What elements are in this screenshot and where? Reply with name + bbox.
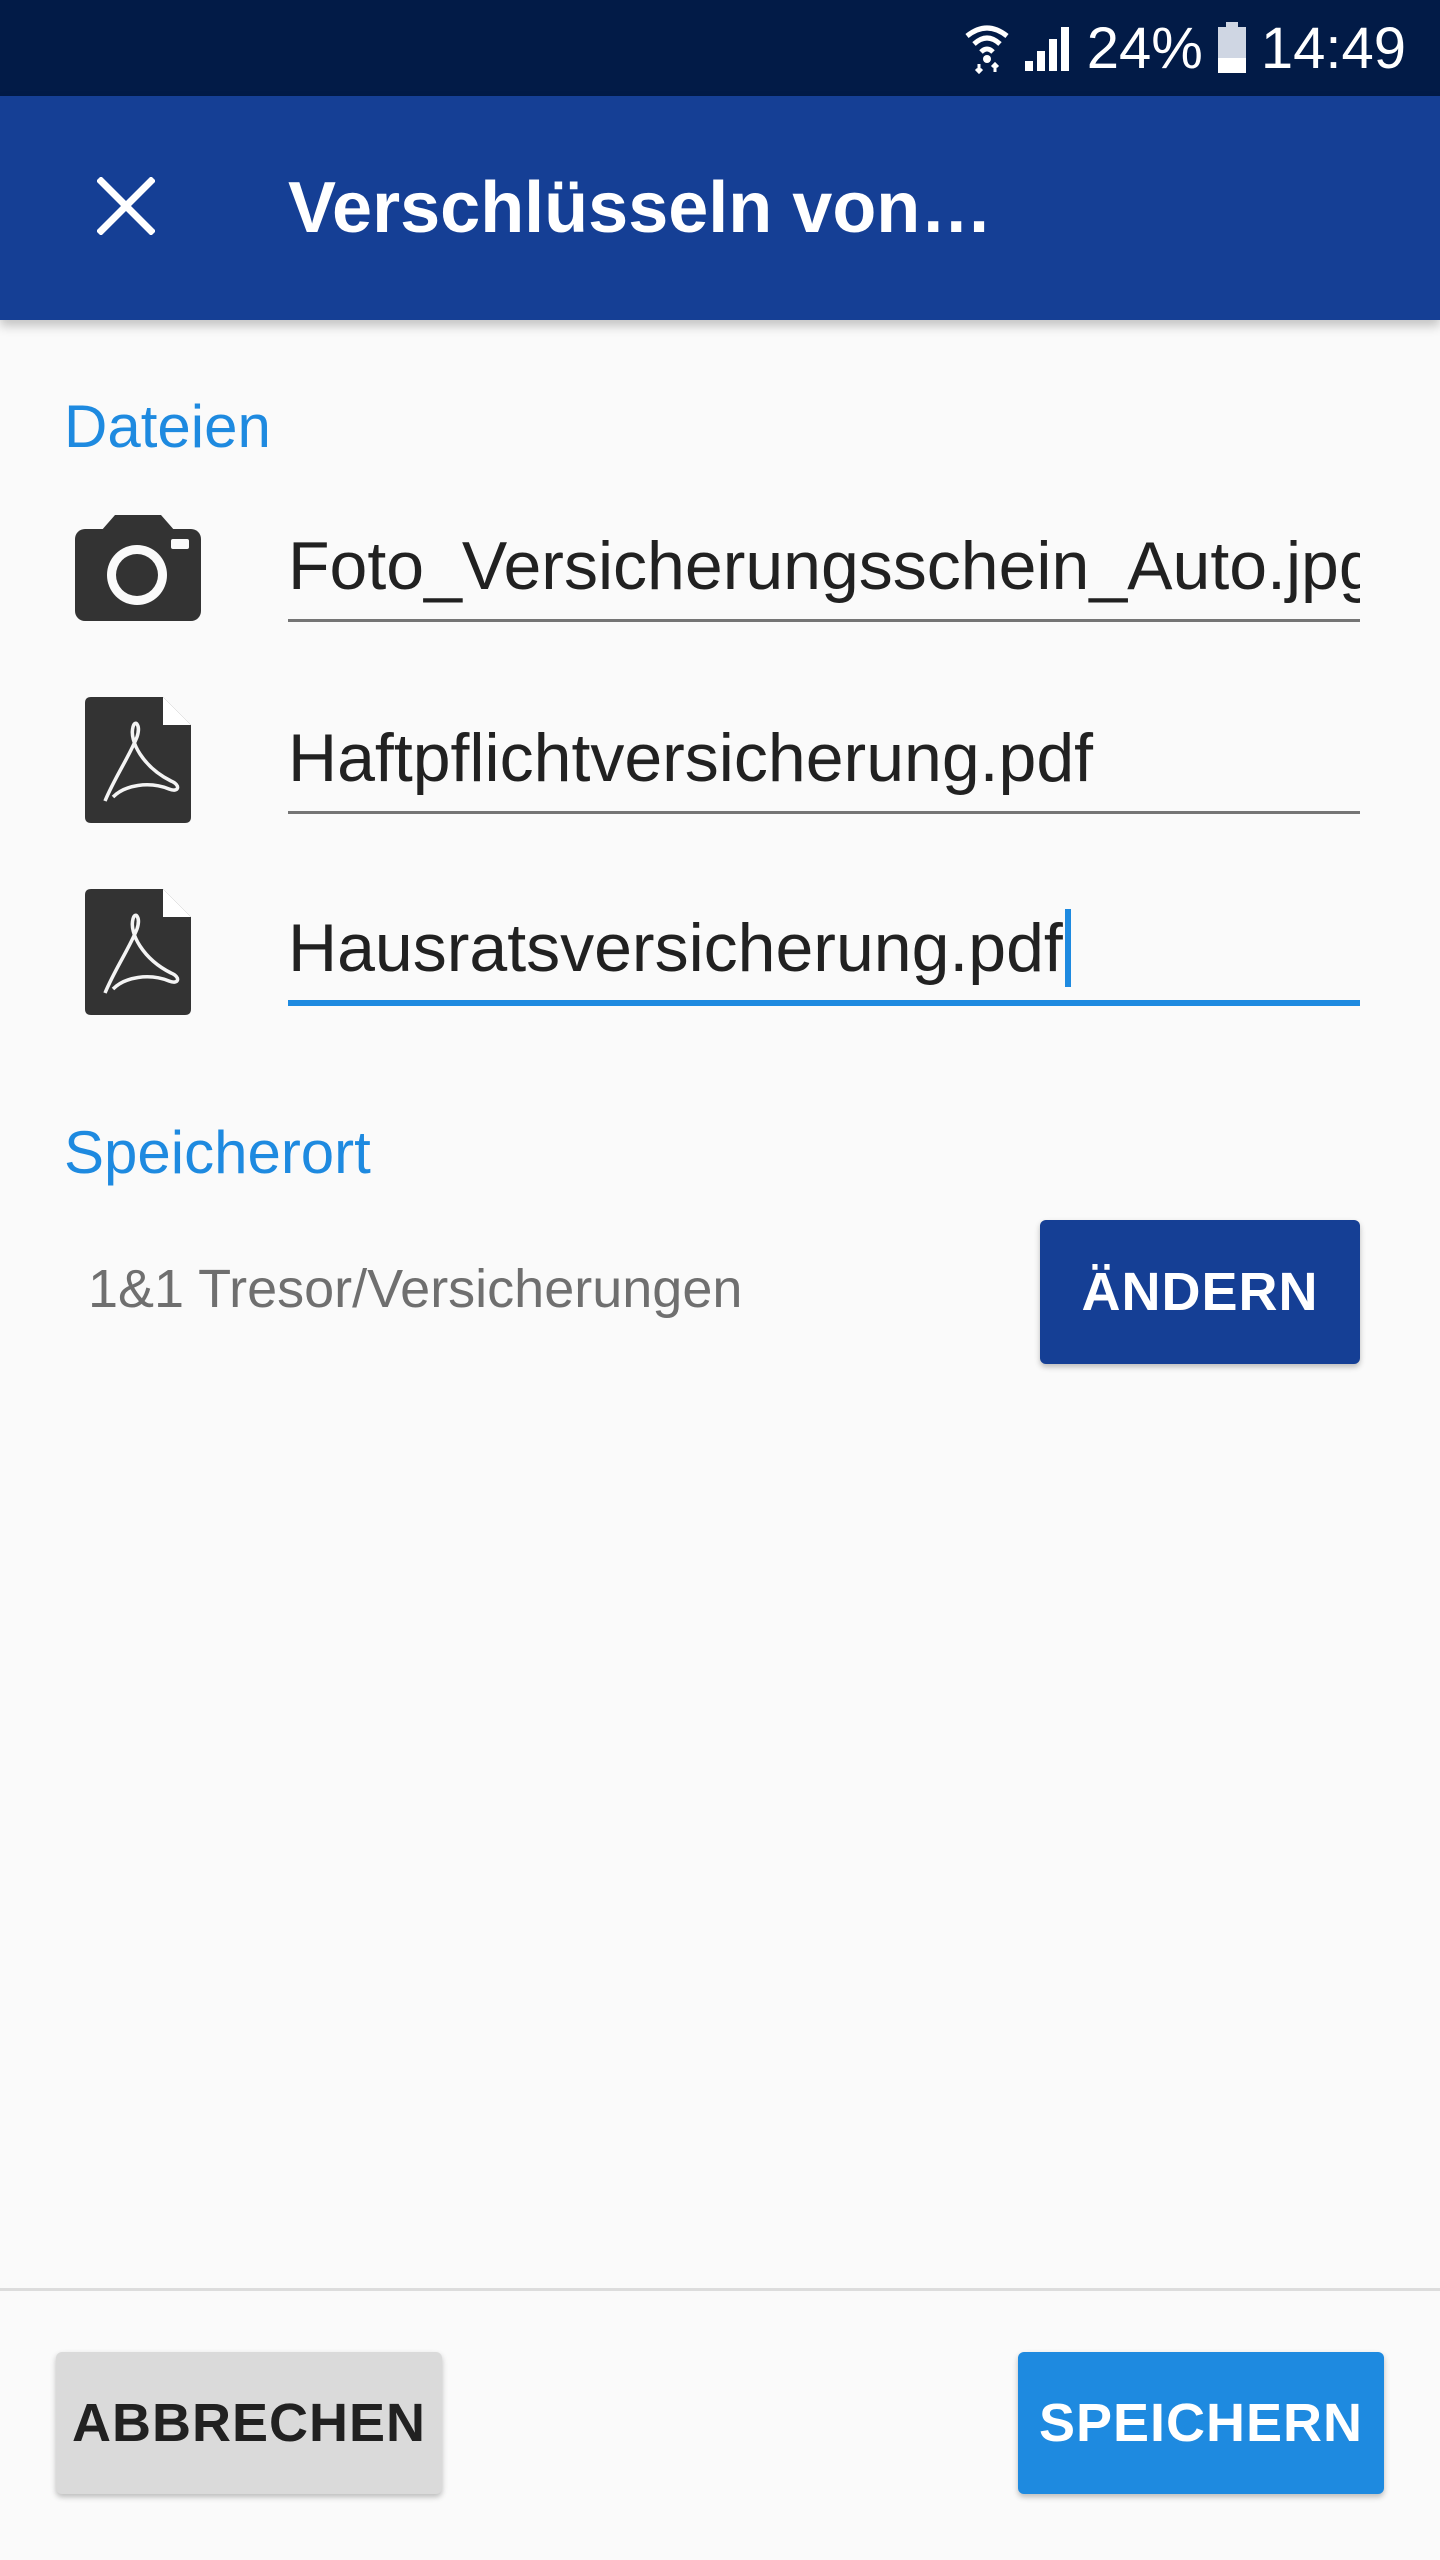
- clock: 14:49: [1260, 15, 1406, 81]
- file-name-input[interactable]: Hausratsversicherung.pdf: [288, 896, 1360, 1006]
- battery-icon: [1217, 22, 1247, 74]
- status-icons: 24% 14:49: [965, 0, 1406, 96]
- file-name-text: Haftpflichtversicherung.pdf: [288, 719, 1094, 796]
- location-heading: Speicherort: [64, 1119, 371, 1186]
- pdf-file-icon: [68, 690, 208, 830]
- file-row: Foto_Versicherungsschein_Auto.jpg: [0, 498, 1440, 688]
- change-location-button[interactable]: ÄNDERN: [1040, 1220, 1360, 1364]
- file-row: Haftpflichtversicherung.pdf: [0, 690, 1440, 880]
- camera-icon: [68, 498, 208, 638]
- pdf-file-icon: [68, 882, 208, 1022]
- text-cursor: [1064, 909, 1071, 987]
- file-row: Hausratsversicherung.pdf: [0, 882, 1440, 1072]
- file-name-text: Foto_Versicherungsschein_Auto.jpg: [288, 527, 1360, 604]
- status-bar: 24% 14:49: [0, 0, 1440, 96]
- file-name-input[interactable]: Haftpflichtversicherung.pdf: [288, 704, 1360, 814]
- app-bar: Verschlüsseln von…: [0, 96, 1440, 320]
- battery-percent: 24%: [1086, 15, 1203, 81]
- page-title: Verschlüsseln von…: [288, 168, 993, 248]
- divider: [0, 2288, 1440, 2291]
- close-icon: [96, 175, 156, 240]
- file-name-text: Hausratsversicherung.pdf: [288, 910, 1063, 986]
- file-name-input[interactable]: Foto_Versicherungsschein_Auto.jpg: [288, 512, 1360, 622]
- location-path: 1&1 Tresor/Versicherungen: [88, 1259, 743, 1319]
- cancel-button[interactable]: ABBRECHEN: [56, 2352, 442, 2494]
- files-heading: Dateien: [64, 393, 271, 460]
- signal-icon: [1023, 23, 1073, 73]
- save-button[interactable]: SPEICHERN: [1018, 2352, 1384, 2494]
- close-button[interactable]: [64, 146, 188, 270]
- wifi-icon: [965, 22, 1009, 74]
